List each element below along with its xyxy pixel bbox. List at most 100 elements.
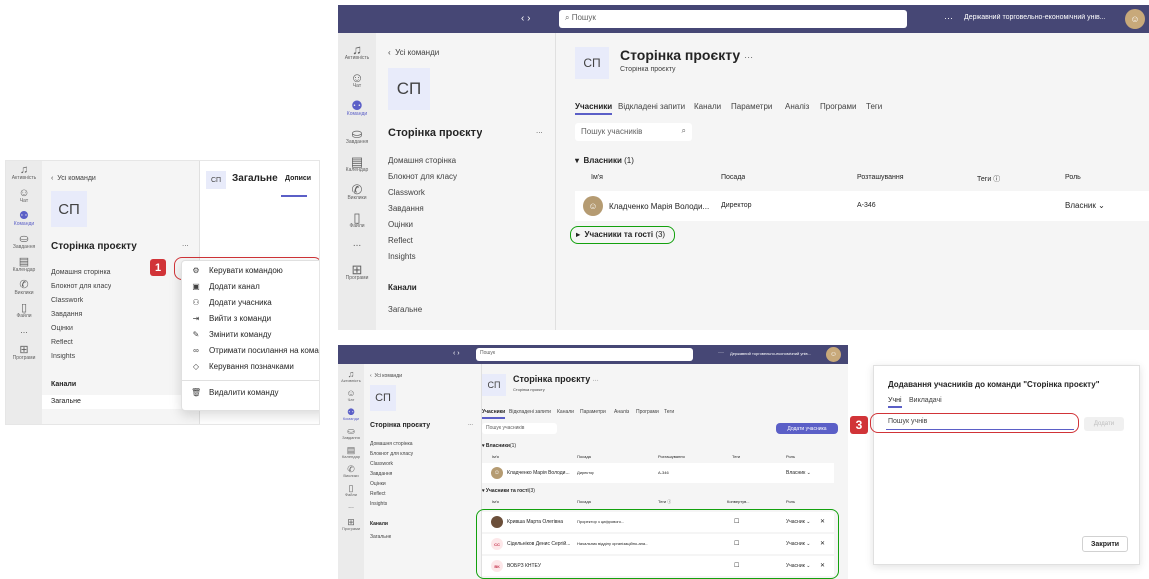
more-icon[interactable]: ··· [718,350,724,356]
rail-assignments[interactable]: ⛀ Завдання [13,234,35,250]
nav-arrows[interactable]: ‹ › [521,13,530,24]
avatar[interactable]: ☺ [826,347,841,362]
member-name[interactable]: Кладченко Марія Володи... [507,470,570,476]
members-guests-header[interactable]: ▾ Учасники та гості(3) [482,488,535,494]
sidebar-item[interactable]: Insights [370,501,387,507]
role-dropdown[interactable]: Учасник ⌄ [786,541,810,547]
org-name[interactable]: Державний торговельно-економічний унів..… [964,14,1106,21]
table-row[interactable]: ВК ВОБРЗ КНТЕУ ☐ Учасник ⌄ ✕ [482,556,834,576]
rail-activity[interactable]: ♫ Активність [341,370,361,383]
menu-edit-team[interactable]: ✎ Змінити команду [191,330,272,339]
member-name[interactable]: Сідельніков Денис Сергій... [507,541,570,547]
rail-files[interactable]: ▯ Файли [349,211,364,229]
tab-settings[interactable]: Параметри [580,409,606,415]
rail-activity[interactable]: ♫ Активність [12,165,37,181]
sidebar-item[interactable]: Блокнот для класу [388,172,457,181]
sidebar-item[interactable]: Завдання [51,311,82,318]
tab-apps[interactable]: Програми [636,409,659,415]
rail-files[interactable]: ▯ Файли [345,484,357,497]
sidebar-item[interactable]: Reflect [388,236,413,245]
sidebar-item[interactable]: Insights [388,252,416,261]
tab-tags[interactable]: Теги [866,102,882,111]
rail-chat[interactable]: ☺ Чат [18,188,29,204]
sidebar-item[interactable]: Домашня сторінка [370,441,413,447]
sidebar-item[interactable]: Завдання [370,471,392,477]
owners-header[interactable]: ▾ Власники (1) [575,156,634,165]
menu-leave-team[interactable]: ⇥ Вийти з команди [191,314,271,323]
menu-delete-team[interactable]: 🗑 Видалити команду [191,388,279,397]
sidebar-item[interactable]: Домашня сторінка [51,269,111,276]
remove-icon[interactable]: ✕ [820,518,825,525]
owners-header[interactable]: ▾ Власники(1) [482,443,516,449]
rail-calendar[interactable]: ▤ Календар [346,155,369,173]
sidebar-item[interactable]: Завдання [388,204,424,213]
channel-general[interactable]: Загальне [42,395,199,409]
back-link[interactable]: ‹ Усі команди [370,373,402,379]
remove-icon[interactable]: ✕ [820,540,825,547]
role-dropdown[interactable]: Учасник ⌄ [786,563,810,569]
avatar[interactable]: ☺ [1125,9,1145,29]
search-input[interactable]: ⌕ Пошук [559,10,907,28]
rail-teams[interactable]: ⚉ Команди [347,99,367,117]
role-dropdown[interactable]: Власник ⌄ [1065,201,1105,210]
team-name[interactable]: Сторінка проєкту [51,241,137,252]
team-name[interactable]: Сторінка проєкту [370,422,430,429]
rail-more[interactable]: ... [20,326,28,335]
members-guests-header[interactable]: ▸ Учасники та гості (3) [576,230,665,239]
tab-analytics[interactable]: Аналіз [614,409,629,415]
menu-add-channel[interactable]: ▣ Додати канал [191,282,260,291]
rail-assignments[interactable]: ⛀ Завдання [346,127,368,145]
sidebar-item[interactable]: Reflect [51,339,73,346]
sidebar-item[interactable]: Оцінки [370,481,386,487]
rail-calendar[interactable]: ▤ Календар [13,257,36,273]
channel-general[interactable]: Загальне [388,305,422,314]
remove-icon[interactable]: ✕ [820,562,825,569]
rail-teams[interactable]: ⚉ Команди [343,408,359,421]
sidebar-item[interactable]: Classwork [388,188,425,197]
sidebar-item[interactable]: Classwork [370,461,393,467]
search-input[interactable]: Пошук [476,348,693,361]
team-name[interactable]: Сторінка проєкту [388,127,482,139]
member-search-input[interactable]: Пошук учасників [482,423,557,434]
team-dots[interactable]: ... [468,421,473,427]
sidebar-item[interactable]: Домашня сторінка [388,156,456,165]
rail-calendar[interactable]: ▤ Календар [342,446,360,459]
sidebar-item[interactable]: Блокнот для класу [370,451,413,457]
tab-members[interactable]: Учасники [575,102,613,115]
sidebar-item[interactable]: Reflect [370,491,386,497]
sidebar-item[interactable]: Оцінки [51,325,73,332]
tab-members[interactable]: Учасники [482,409,506,419]
tab-channels[interactable]: Канали [694,102,721,111]
rail-apps[interactable]: ⊞ Програми [342,518,360,531]
back-link[interactable]: ‹ Усі команди [388,48,439,57]
sidebar-item[interactable]: Оцінки [388,220,413,229]
add-member-button[interactable]: Додати учасника [776,423,838,434]
tab-pending[interactable]: Відкладені запити [618,102,685,111]
role-dropdown[interactable]: Учасник ⌄ [786,519,810,525]
table-row[interactable]: СС Сідельніков Денис Сергій... Начальник… [482,534,834,554]
convert-checkbox[interactable]: ☐ [734,540,739,547]
student-search-input[interactable]: Пошук учнів [886,418,1074,430]
sidebar-item[interactable]: Блокнот для класу [51,283,111,290]
rail-apps[interactable]: ⊞ Програми [13,345,36,361]
convert-checkbox[interactable]: ☐ [734,562,739,569]
table-row[interactable]: Кривша Марта Олегівна Проректор з цифров… [482,512,834,532]
rail-assignments[interactable]: ⛀ Завдання [342,427,360,440]
tab-apps[interactable]: Програми [820,102,856,111]
convert-checkbox[interactable]: ☐ [734,518,739,525]
tab-analytics[interactable]: Аналіз [785,102,809,111]
rail-files[interactable]: ▯ Файли [16,303,31,319]
team-dots[interactable]: ... [182,239,189,248]
member-name[interactable]: Кладченко Марія Володи... [609,202,709,211]
tab-channels[interactable]: Канали [557,409,574,415]
channel-general[interactable]: Загальне [370,534,391,540]
menu-manage-tags[interactable]: ◇ Керування позначками [191,362,294,371]
rail-teams[interactable]: ⚉ Команди [14,211,34,227]
tab-settings[interactable]: Параметри [731,102,772,111]
org-name[interactable]: Державний торговельно-економічний унів..… [730,351,811,356]
tab-teachers[interactable]: Викладачі [909,397,942,404]
rail-apps[interactable]: ⊞ Програми [346,263,369,281]
rail-calls[interactable]: ✆ Виклики [347,183,366,201]
close-button[interactable]: Закрити [1082,536,1128,552]
rail-calls[interactable]: ✆ Виклики [14,280,33,296]
